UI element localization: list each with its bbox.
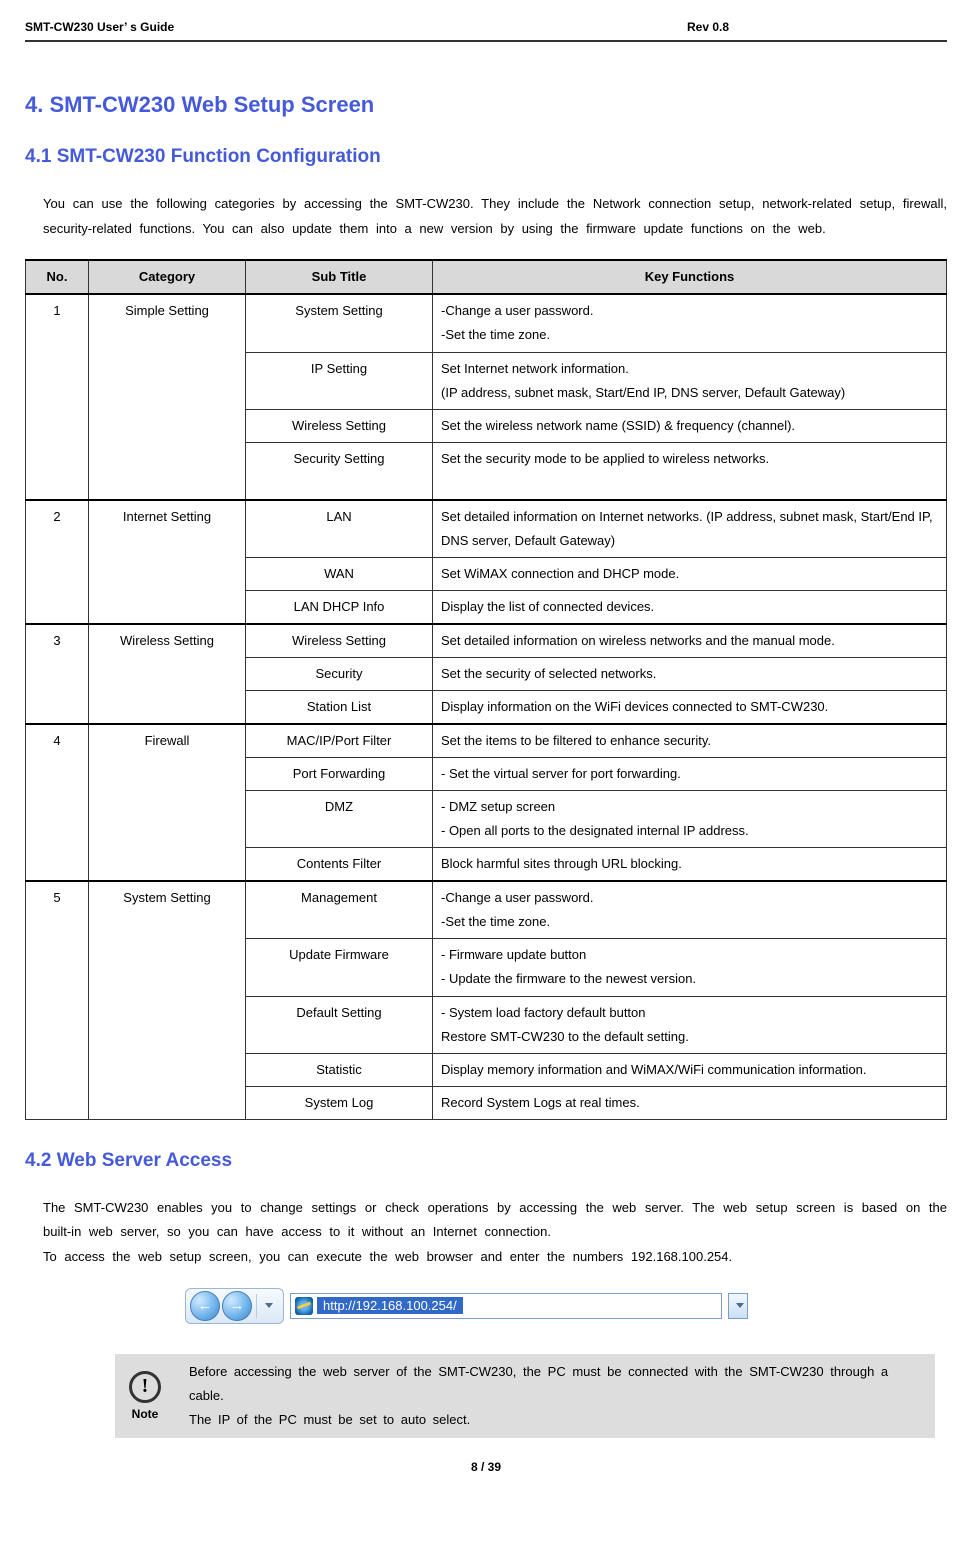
section-4-2-paragraph-2: To access the web setup screen, you can … <box>43 1245 947 1270</box>
cell-subtitle: WAN <box>246 557 433 590</box>
chevron-down-icon <box>736 1303 744 1308</box>
url-dropdown-button[interactable] <box>728 1293 748 1319</box>
cell-subtitle: Contents Filter <box>246 848 433 882</box>
note-body: Before accessing the web server of the S… <box>175 1354 935 1438</box>
note-icon-cell: ! Note <box>115 1354 175 1438</box>
table-row: 1Simple SettingSystem Setting-Change a u… <box>26 294 947 352</box>
cell-subtitle: DMZ <box>246 791 433 848</box>
cell-keyfunctions: Set detailed information on Internet net… <box>433 500 947 558</box>
cell-keyfunctions: Set Internet network information. (IP ad… <box>433 352 947 409</box>
page-number: 8 / 39 <box>25 1460 947 1474</box>
table-header-row: No. Category Sub Title Key Functions <box>26 260 947 294</box>
back-button[interactable]: ← <box>190 1291 220 1321</box>
note-label: Note <box>132 1407 159 1421</box>
cell-no: 2 <box>26 500 89 624</box>
cell-subtitle: LAN <box>246 500 433 558</box>
cell-subtitle: Wireless Setting <box>246 624 433 658</box>
cell-subtitle: Wireless Setting <box>246 409 433 442</box>
cell-keyfunctions: Set detailed information on wireless net… <box>433 624 947 658</box>
col-cat: Category <box>89 260 246 294</box>
cell-keyfunctions: - DMZ setup screen - Open all ports to t… <box>433 791 947 848</box>
note-callout: ! Note Before accessing the web server o… <box>115 1354 935 1438</box>
doc-title-left: SMT-CW230 User’ s Guide <box>25 20 687 34</box>
url-field[interactable]: http://192.168.100.254/ <box>290 1293 722 1319</box>
arrow-left-icon: ← <box>198 1297 213 1314</box>
section-heading-4-2: 4.2 Web Server Access <box>25 1150 947 1172</box>
cell-keyfunctions: Display information on the WiFi devices … <box>433 691 947 725</box>
cell-subtitle: Default Setting <box>246 996 433 1053</box>
cell-subtitle: Statistic <box>246 1053 433 1086</box>
cell-no: 1 <box>26 294 89 499</box>
cell-keyfunctions: -Change a user password. -Set the time z… <box>433 294 947 352</box>
cell-keyfunctions: Set WiMAX connection and DHCP mode. <box>433 557 947 590</box>
cell-keyfunctions: Display memory information and WiMAX/WiF… <box>433 1053 947 1086</box>
table-row: 3Wireless SettingWireless SettingSet det… <box>26 624 947 658</box>
section-4-1-paragraph: You can use the following categories by … <box>43 192 947 241</box>
doc-rev-center: Rev 0.8 <box>687 20 947 34</box>
browser-address-bar: ← → http://192.168.100.254/ <box>185 1288 947 1324</box>
section-4-2-paragraph-1: The SMT-CW230 enables you to change sett… <box>43 1196 947 1245</box>
cell-category: System Setting <box>89 881 246 1119</box>
doc-running-header: SMT-CW230 User’ s Guide Rev 0.8 <box>25 20 947 34</box>
cell-keyfunctions: - Firmware update button - Update the fi… <box>433 939 947 996</box>
cell-keyfunctions: Set the security of selected networks. <box>433 657 947 690</box>
cell-category: Internet Setting <box>89 500 246 624</box>
cell-keyfunctions: - System load factory default button Res… <box>433 996 947 1053</box>
col-sub: Sub Title <box>246 260 433 294</box>
ie-icon <box>295 1297 313 1315</box>
cell-category: Firewall <box>89 724 246 881</box>
cell-keyfunctions: Display the list of connected devices. <box>433 590 947 624</box>
browser-nav-buttons: ← → <box>185 1288 284 1324</box>
col-key: Key Functions <box>433 260 947 294</box>
cell-keyfunctions: Set the items to be filtered to enhance … <box>433 724 947 758</box>
alert-icon: ! <box>129 1371 161 1403</box>
history-dropdown-icon[interactable] <box>265 1303 273 1308</box>
cell-subtitle: LAN DHCP Info <box>246 590 433 624</box>
cell-subtitle: MAC/IP/Port Filter <box>246 724 433 758</box>
cell-subtitle: Update Firmware <box>246 939 433 996</box>
nav-separator <box>256 1294 257 1318</box>
cell-subtitle: IP Setting <box>246 352 433 409</box>
cell-subtitle: Security <box>246 657 433 690</box>
cell-keyfunctions: Record System Logs at real times. <box>433 1086 947 1119</box>
cell-no: 3 <box>26 624 89 724</box>
col-no: No. <box>26 260 89 294</box>
cell-subtitle: Management <box>246 881 433 939</box>
cell-keyfunctions: -Change a user password. -Set the time z… <box>433 881 947 939</box>
cell-subtitle: Security Setting <box>246 442 433 500</box>
cell-no: 5 <box>26 881 89 1119</box>
cell-no: 4 <box>26 724 89 881</box>
cell-subtitle: System Log <box>246 1086 433 1119</box>
cell-subtitle: Port Forwarding <box>246 758 433 791</box>
table-row: 4FirewallMAC/IP/Port FilterSet the items… <box>26 724 947 758</box>
arrow-right-icon: → <box>230 1297 245 1314</box>
section-heading-4: 4. SMT-CW230 Web Setup Screen <box>25 92 947 118</box>
header-rule <box>25 40 947 42</box>
table-row: 5System SettingManagement-Change a user … <box>26 881 947 939</box>
cell-keyfunctions: - Set the virtual server for port forwar… <box>433 758 947 791</box>
table-row: 2Internet SettingLANSet detailed informa… <box>26 500 947 558</box>
cell-subtitle: System Setting <box>246 294 433 352</box>
url-text: http://192.168.100.254/ <box>317 1297 463 1314</box>
section-heading-4-1: 4.1 SMT-CW230 Function Configuration <box>25 146 947 168</box>
cell-subtitle: Station List <box>246 691 433 725</box>
cell-keyfunctions: Set the security mode to be applied to w… <box>433 442 947 500</box>
cell-category: Wireless Setting <box>89 624 246 724</box>
function-config-table: No. Category Sub Title Key Functions 1Si… <box>25 259 947 1119</box>
cell-keyfunctions: Set the wireless network name (SSID) & f… <box>433 409 947 442</box>
cell-keyfunctions: Block harmful sites through URL blocking… <box>433 848 947 882</box>
cell-category: Simple Setting <box>89 294 246 499</box>
forward-button[interactable]: → <box>222 1291 252 1321</box>
